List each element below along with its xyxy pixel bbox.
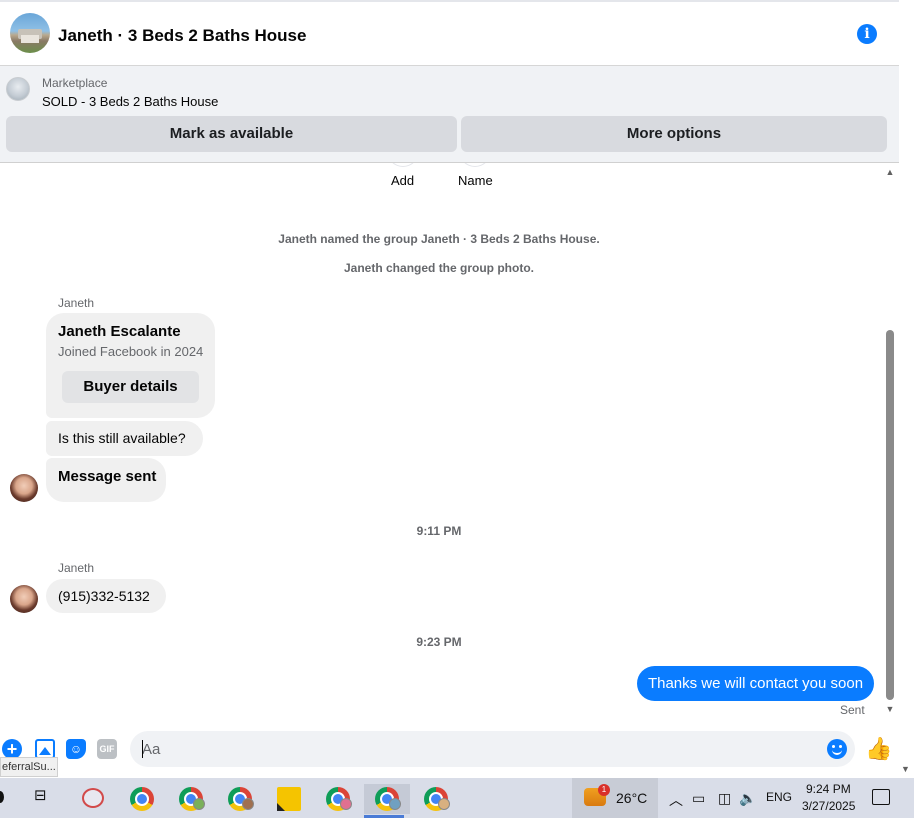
sticky-notes-icon (277, 787, 301, 811)
text-cursor (142, 740, 143, 758)
taskbar-chrome-profile[interactable] (220, 784, 260, 814)
taskbar-chrome-profile[interactable] (171, 784, 211, 814)
task-view-icon[interactable]: ⊟ (34, 788, 50, 804)
message-bubble[interactable]: (915)332-5132 (46, 579, 166, 613)
message-thread: Add Name Janeth named the group Janeth ·… (0, 163, 883, 723)
meet-icon[interactable]: ◫ (718, 790, 731, 807)
page-scroll-down-icon[interactable]: ▼ (901, 764, 910, 774)
message-text: Message sent (58, 468, 157, 485)
language-indicator[interactable]: ENG (766, 790, 792, 804)
scrollbar-thumb[interactable] (886, 330, 894, 700)
system-message-photo: Janeth changed the group photo. (344, 261, 534, 275)
timestamp: 9:11 PM (416, 524, 462, 538)
profile-badge-icon (193, 798, 205, 810)
message-bubble[interactable]: Is this still available? (46, 421, 203, 456)
message-text: Is this still available? (58, 430, 186, 446)
marketplace-banner: Marketplace SOLD - 3 Beds 2 Baths House … (0, 66, 899, 163)
listing-title[interactable]: SOLD - 3 Beds 2 Baths House (42, 94, 218, 109)
taskbar-chrome-profile[interactable] (416, 784, 456, 814)
add-people-icon[interactable] (387, 163, 419, 167)
sent-status: Sent (840, 703, 865, 717)
taskbar-app-browser[interactable] (73, 784, 113, 814)
message-input[interactable] (142, 731, 812, 767)
listing-thumbnail[interactable] (6, 77, 30, 101)
sender-name: Janeth (58, 296, 95, 310)
profile-badge-icon (438, 798, 450, 810)
temperature: 26°C (616, 790, 648, 806)
scroll-down-arrow-icon[interactable]: ▼ (884, 703, 896, 715)
more-options-button[interactable]: More options (461, 116, 887, 152)
network-icon[interactable]: ▭ (692, 790, 705, 807)
name-group-icon[interactable] (459, 163, 491, 167)
conversation-title[interactable]: Janeth · 3 Beds 2 Baths House (58, 26, 306, 46)
clock-date[interactable]: 3/27/2025 (802, 799, 855, 813)
emoji-icon[interactable] (827, 739, 847, 759)
taskbar-chrome-profile[interactable] (318, 784, 358, 814)
app-icon (82, 788, 104, 808)
volume-icon[interactable]: 🔈 (739, 790, 756, 807)
system-message-named: Janeth named the group Janeth · 3 Beds 2… (278, 232, 600, 246)
profile-badge-icon (242, 798, 254, 810)
marketplace-label: Marketplace (42, 76, 108, 90)
mark-as-available-button[interactable]: Mark as available (6, 116, 457, 152)
taskbar-sticky-notes[interactable] (269, 784, 309, 814)
group-avatar[interactable] (10, 13, 50, 53)
photo-icon[interactable] (35, 739, 55, 759)
windows-taskbar: ⊟ 1 26°C ︿ ▭ ◫ 🔈 ENG 9:24 PM 3/27/2025 (0, 778, 914, 818)
message-input-box[interactable] (130, 731, 855, 767)
add-action-label[interactable]: Add (391, 173, 414, 188)
profile-card: Janeth Escalante Joined Facebook in 2024… (46, 313, 215, 418)
profile-badge-icon (340, 798, 352, 810)
message-text: (915)332-5132 (58, 588, 150, 604)
gif-icon[interactable]: GIF (97, 739, 117, 759)
info-icon[interactable]: i (857, 24, 877, 44)
card-profile-name[interactable]: Janeth Escalante (58, 323, 181, 340)
weather-widget[interactable]: 1 26°C (572, 778, 658, 818)
conversation-header: Janeth · 3 Beds 2 Baths House i (0, 0, 899, 66)
plus-icon[interactable]: + (2, 739, 22, 759)
thumbs-up-icon[interactable]: 👍 (865, 737, 892, 761)
message-bubble[interactable]: Message sent (46, 458, 166, 502)
card-joined-text: Joined Facebook in 2024 (58, 344, 204, 359)
sender-avatar[interactable] (10, 585, 38, 613)
timestamp: 9:23 PM (416, 635, 462, 649)
scroll-up-arrow-icon[interactable]: ▲ (884, 166, 896, 178)
sender-name: Janeth (58, 561, 95, 575)
profile-badge-icon (389, 798, 401, 810)
chrome-icon (130, 787, 154, 811)
sticker-icon[interactable]: ☺ (66, 739, 86, 759)
taskbar-chrome-active[interactable] (364, 784, 410, 818)
start-button-icon[interactable] (0, 791, 4, 803)
name-action-label[interactable]: Name (458, 173, 493, 188)
tab-tooltip: eferralSu... (0, 757, 58, 777)
sender-avatar[interactable] (10, 474, 38, 502)
house-wall-shape (21, 35, 39, 43)
notification-icon[interactable] (872, 789, 890, 805)
buyer-details-button[interactable]: Buyer details (62, 371, 199, 403)
outgoing-message-bubble[interactable]: Thanks we will contact you soon (637, 666, 874, 701)
weather-badge: 1 (598, 784, 610, 796)
taskbar-chrome[interactable] (122, 784, 162, 814)
chevron-up-icon[interactable]: ︿ (669, 790, 683, 810)
message-composer: + ☺ GIF 👍 ▼ eferralSu... (0, 723, 914, 778)
clock-time[interactable]: 9:24 PM (806, 782, 851, 796)
